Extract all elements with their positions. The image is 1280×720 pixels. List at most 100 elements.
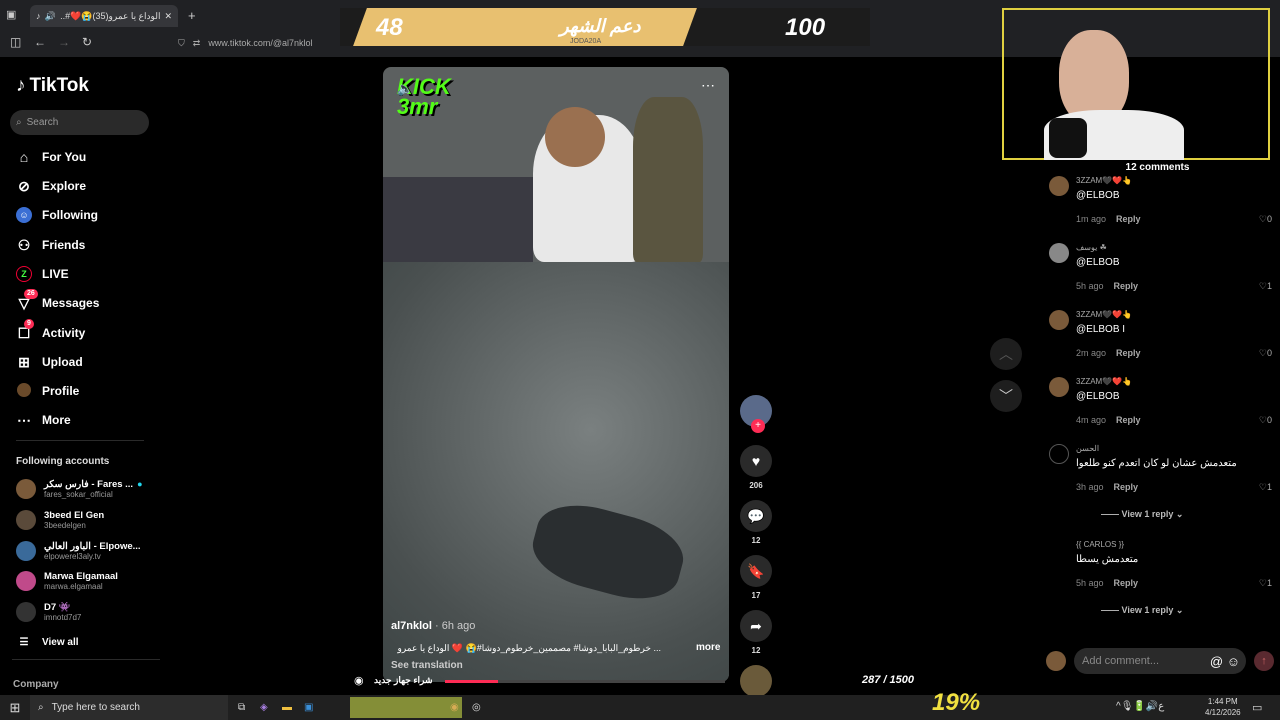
sidebar-toggle-icon[interactable]: ◫: [10, 35, 21, 49]
avatar[interactable]: [1049, 540, 1069, 560]
nav-for-you[interactable]: ⌂ For You: [16, 147, 86, 167]
post-comment-button[interactable]: ↑: [1254, 651, 1274, 671]
comment-author[interactable]: 3ZZAM🖤❤️👆: [1076, 176, 1132, 185]
reply-button[interactable]: Reply: [1114, 578, 1139, 588]
see-translation-link[interactable]: See translation: [391, 660, 463, 671]
purchase-goal-overlay: ◉ شراء جهاز جديد 287 / 1500: [350, 672, 930, 690]
notification-icon[interactable]: ▭: [1252, 701, 1262, 714]
comment-author[interactable]: 3ZZAM🖤❤️👆: [1076, 310, 1132, 319]
forward-icon[interactable]: →: [58, 35, 70, 49]
comment-author[interactable]: 3ZZAM🖤❤️👆: [1076, 377, 1132, 386]
nav-more[interactable]: ⋯ More: [16, 410, 71, 430]
comment-time: 1m ago: [1076, 214, 1107, 224]
close-tab-icon[interactable]: ✕: [164, 11, 172, 22]
clock-time: 1:44 PM: [1207, 697, 1238, 706]
reply-button[interactable]: Reply: [1116, 415, 1141, 425]
comment-author[interactable]: {{ CARLOS }}: [1076, 540, 1124, 549]
comment-like[interactable]: ♡0: [1259, 415, 1272, 426]
nav-profile[interactable]: Profile: [16, 381, 79, 401]
copilot-icon[interactable]: ◈: [260, 702, 282, 713]
new-tab-icon[interactable]: +: [188, 8, 196, 23]
previous-video-button[interactable]: ︿: [990, 338, 1022, 370]
comment-item: يوسف ☘ @ELBOB 5h ago Reply ♡1: [1047, 243, 1272, 303]
video-author[interactable]: al7nklol: [391, 620, 432, 632]
search-icon: ⌕: [38, 702, 44, 713]
task-view-icon[interactable]: ⧉: [238, 702, 260, 713]
reply-button[interactable]: Reply: [1116, 348, 1141, 358]
nav-messages[interactable]: ▽ 26 Messages: [16, 288, 99, 313]
reload-icon[interactable]: ↻: [82, 35, 92, 49]
tiktok-logo[interactable]: ♪ TikTok: [16, 75, 89, 97]
account-item[interactable]: الباور العالي - Elpowe... elpowerel3aly.t…: [16, 541, 141, 561]
comment-author[interactable]: يوسف ☘: [1076, 243, 1107, 252]
browser-tab[interactable]: ♪ 🔊 الوداع يا عمرو(35)😭❤️#... ✕: [30, 5, 178, 27]
comment-button[interactable]: 💬: [740, 500, 772, 532]
nav-activity[interactable]: ☐ 9 Activity: [16, 318, 85, 343]
view-replies-button[interactable]: —— View 1 reply ⌄: [1101, 509, 1183, 520]
more-options-icon[interactable]: ⋯: [701, 77, 715, 94]
speaker-icon[interactable]: 🔊: [45, 11, 56, 22]
comment-like[interactable]: ♡0: [1259, 214, 1272, 225]
nav-upload[interactable]: ⊞ Upload: [16, 352, 83, 372]
save-button[interactable]: 🔖: [740, 555, 772, 587]
comment-like[interactable]: ♡0: [1259, 348, 1272, 359]
mute-icon[interactable]: 🔈: [397, 81, 413, 97]
like-button[interactable]: ♥: [740, 445, 772, 477]
store-icon[interactable]: ▣: [304, 702, 326, 713]
clock[interactable]: 1:44 PM 4/12/2026: [1205, 696, 1241, 718]
tab-menu-icon[interactable]: ▣: [6, 8, 16, 21]
account-user: imnotd7d7: [44, 613, 82, 622]
home-icon: ⌂: [19, 149, 29, 165]
account-user: fares_sokar_official: [44, 490, 113, 499]
comment-time: 3h ago: [1076, 482, 1104, 492]
obs-icon[interactable]: ◎: [472, 702, 494, 713]
goal-fill: [353, 8, 697, 46]
avatar[interactable]: [1049, 377, 1069, 397]
nav-live[interactable]: Z LIVE: [16, 264, 69, 284]
purchase-progress-text: 287 / 1500: [862, 674, 914, 686]
reply-button[interactable]: Reply: [1116, 214, 1141, 224]
add-comment-input[interactable]: Add comment... @ ☺: [1074, 648, 1246, 674]
following-accounts-header: Following accounts: [16, 456, 110, 467]
account-item[interactable]: Marwa Elgamaal marwa.elgamaal: [16, 571, 118, 591]
avatar[interactable]: [1049, 176, 1069, 196]
caption-more-button[interactable]: more: [696, 642, 720, 653]
mention-icon[interactable]: @ ☺: [1210, 654, 1240, 669]
account-item[interactable]: D7 👾 imnotd7d7: [16, 602, 81, 622]
heart-outline-icon: ♡: [1258, 281, 1267, 291]
verified-icon: ●: [137, 479, 143, 489]
company-link[interactable]: Company: [13, 679, 59, 690]
next-video-button[interactable]: ﹀: [990, 380, 1022, 412]
avatar[interactable]: [1049, 444, 1069, 464]
windows-start-icon[interactable]: ⊞: [0, 700, 30, 716]
nav-following[interactable]: ☺ Following: [16, 205, 98, 225]
back-icon[interactable]: ←: [34, 35, 46, 49]
follow-plus-icon[interactable]: +: [751, 419, 765, 433]
comment-text: @ELBOB: [1076, 190, 1120, 201]
comment-like[interactable]: ♡1: [1259, 578, 1272, 589]
reply-button[interactable]: Reply: [1114, 482, 1139, 492]
account-item[interactable]: فارس سكر - Fares ... fares_sokar_official…: [16, 479, 143, 499]
avatar[interactable]: [1049, 310, 1069, 330]
share-button[interactable]: ➦: [740, 610, 772, 642]
comment-like[interactable]: ♡1: [1259, 281, 1272, 292]
nav-explore[interactable]: ⊘ Explore: [16, 176, 86, 196]
creator-avatar[interactable]: +: [740, 395, 772, 433]
video-player[interactable]: KICK 3mr 🔈 ⋯ al7nklol · 6h ago ... خرطوم…: [383, 67, 729, 682]
system-tray-icons[interactable]: ^🎙🔋🔊ع: [1116, 701, 1164, 712]
search-input[interactable]: ⌕ Search: [10, 110, 149, 135]
video-author-line[interactable]: al7nklol · 6h ago: [391, 620, 475, 632]
nav-friends[interactable]: ⚇ Friends: [16, 235, 86, 255]
file-explorer-icon[interactable]: ▬: [282, 702, 304, 713]
activity-icon: ☐ 9: [16, 318, 34, 342]
view-all-link[interactable]: ☰ View all: [16, 632, 79, 652]
comment-item: الحسن متعدمش عشان لو كان اتعدم كنو طلعوا…: [1047, 444, 1272, 534]
account-item[interactable]: 3beed El Gen 3beedelgen: [16, 510, 104, 530]
comment-author[interactable]: الحسن: [1076, 444, 1099, 453]
comment-like[interactable]: ♡1: [1259, 482, 1272, 493]
avatar[interactable]: [1049, 243, 1069, 263]
reply-button[interactable]: Reply: [1114, 281, 1139, 291]
messages-badge: 26: [24, 288, 38, 299]
view-replies-button[interactable]: —— View 1 reply ⌄: [1101, 605, 1183, 616]
taskbar-search[interactable]: ⌕ Type here to search: [30, 695, 228, 720]
